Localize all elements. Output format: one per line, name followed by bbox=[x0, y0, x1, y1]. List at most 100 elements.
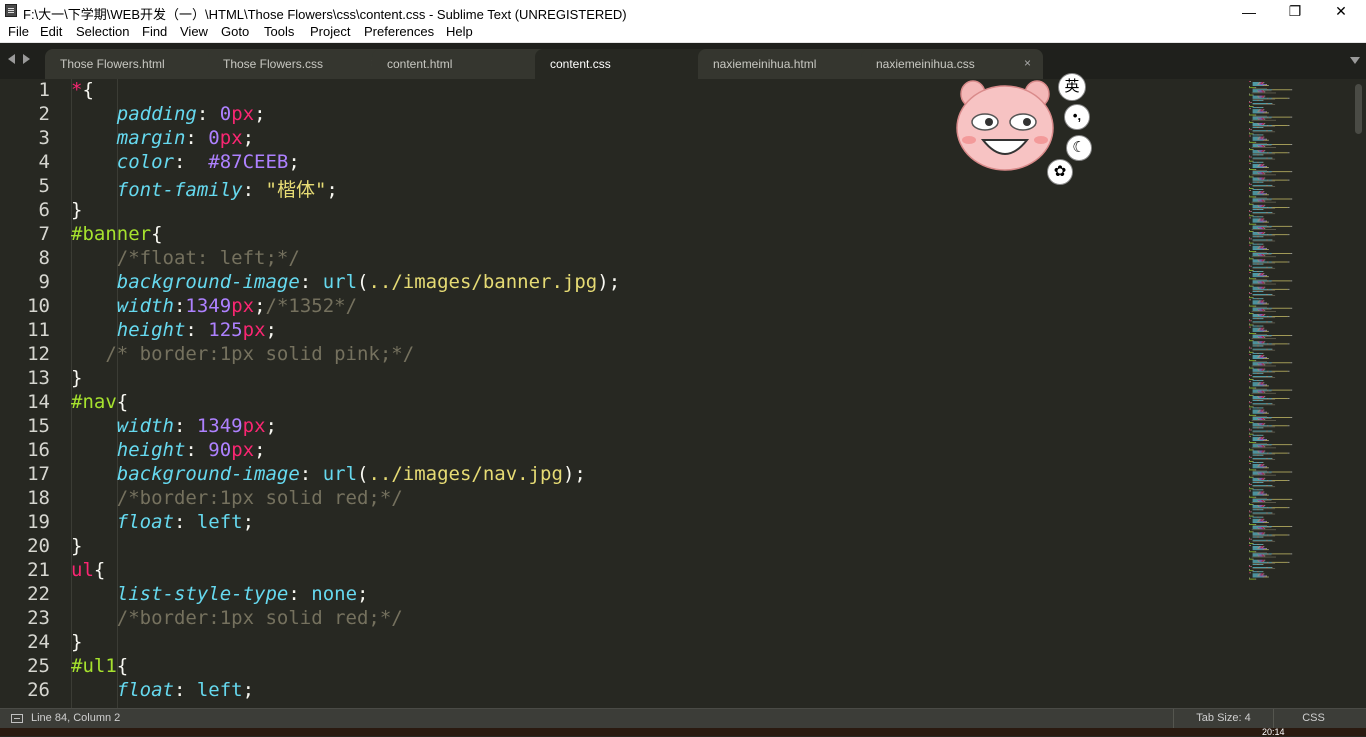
code-line[interactable]: /*float: left;*/ bbox=[71, 247, 300, 271]
menu-edit[interactable]: Edit bbox=[40, 24, 62, 39]
menu-selection[interactable]: Selection bbox=[76, 24, 129, 39]
code-line[interactable]: #banner{ bbox=[71, 223, 163, 247]
code-token: } bbox=[71, 535, 83, 557]
tab-dropdown-icon[interactable] bbox=[1350, 57, 1360, 64]
code-token: ; bbox=[242, 127, 255, 149]
code-token: left bbox=[196, 679, 243, 701]
menu-project[interactable]: Project bbox=[310, 24, 350, 39]
tab-content-html[interactable]: content.html × bbox=[372, 49, 554, 80]
code-line[interactable]: #ul1{ bbox=[71, 655, 128, 679]
tab-content-css[interactable]: content.css × bbox=[535, 49, 717, 80]
tab-label: Those Flowers.css bbox=[223, 57, 324, 71]
menu-preferences[interactable]: Preferences bbox=[364, 24, 434, 39]
code-token: : bbox=[173, 415, 197, 437]
line-number: 9 bbox=[38, 271, 50, 293]
menu-file[interactable]: File bbox=[8, 24, 29, 39]
code-line[interactable]: color: #87CEEB; bbox=[71, 151, 300, 175]
tab-scroll-right-icon[interactable] bbox=[23, 54, 30, 64]
tab-size-selector[interactable]: Tab Size: 4 bbox=[1173, 709, 1273, 728]
code-line[interactable]: /* border:1px solid pink;*/ bbox=[71, 343, 414, 367]
code-token: * bbox=[71, 79, 83, 101]
code-line[interactable]: } bbox=[71, 535, 82, 559]
code-token: ; bbox=[357, 583, 369, 605]
line-number: 23 bbox=[27, 607, 50, 629]
code-token: font-family bbox=[116, 179, 243, 201]
code-token: #87CEEB bbox=[208, 151, 289, 173]
code-line[interactable]: float: left; bbox=[71, 679, 254, 703]
ime-language-button[interactable]: 英 bbox=[1058, 73, 1086, 101]
code-token: float bbox=[116, 679, 174, 701]
code-line[interactable]: float: left; bbox=[71, 511, 254, 535]
code-token: padding bbox=[116, 103, 197, 125]
tab-label: naxiemeinihua.html bbox=[713, 57, 817, 71]
code-token: /*border:1px solid red;*/ bbox=[116, 487, 403, 509]
code-line[interactable]: *{ bbox=[71, 79, 94, 103]
code-line[interactable]: list-style-type: none; bbox=[71, 583, 369, 607]
code-token: width bbox=[116, 295, 174, 317]
panel-toggle-icon[interactable] bbox=[11, 714, 23, 723]
code-token: left bbox=[196, 511, 243, 533]
menu-view[interactable]: View bbox=[180, 24, 208, 39]
code-line[interactable]: padding: 0px; bbox=[71, 103, 266, 127]
code-line[interactable]: height: 90px; bbox=[71, 439, 266, 463]
code-token: height bbox=[116, 319, 186, 341]
code-line[interactable]: height: 125px; bbox=[71, 319, 277, 343]
menu-tools[interactable]: Tools bbox=[264, 24, 294, 39]
line-number: 15 bbox=[27, 415, 50, 437]
minimize-button[interactable]: — bbox=[1226, 0, 1272, 23]
code-token: list-style-type bbox=[116, 583, 289, 605]
ime-moon-button[interactable]: ☾ bbox=[1066, 135, 1092, 161]
ime-punctuation-button[interactable]: •, bbox=[1064, 104, 1090, 130]
minimap[interactable] bbox=[1248, 79, 1352, 708]
line-number: 8 bbox=[38, 247, 50, 269]
scrollbar-thumb[interactable] bbox=[1355, 84, 1362, 134]
code-token: : bbox=[173, 295, 186, 317]
code-line[interactable]: font-family: "楷体"; bbox=[71, 175, 338, 201]
code-line[interactable]: #nav{ bbox=[71, 391, 128, 415]
code-line[interactable]: background-image: url(../images/nav.jpg)… bbox=[71, 463, 586, 487]
tab-those-flowers-html[interactable]: Those Flowers.html × bbox=[45, 49, 227, 80]
code-token: ../images/nav.jpg bbox=[368, 463, 563, 485]
code-line[interactable]: } bbox=[71, 199, 82, 223]
syntax-selector[interactable]: CSS bbox=[1273, 709, 1353, 728]
code-editor[interactable]: 1 2 3 4 5 6 7 8 9 10 11 12 13 14 15 16 17 18 19 20 21 22 23 24 2… bbox=[0, 79, 1366, 708]
code-token: } bbox=[71, 199, 83, 221]
menu-goto[interactable]: Goto bbox=[221, 24, 249, 39]
maximize-button[interactable]: ❐ bbox=[1272, 0, 1318, 23]
code-line[interactable]: /*border:1px solid red;*/ bbox=[71, 607, 403, 631]
code-token: } bbox=[71, 631, 83, 653]
tab-close-icon[interactable]: × bbox=[1024, 56, 1031, 70]
code-line[interactable]: width: 1349px; bbox=[71, 415, 277, 439]
tab-those-flowers-css[interactable]: Those Flowers.css × bbox=[208, 49, 390, 80]
code-line[interactable]: width:1349px;/*1352*/ bbox=[71, 295, 357, 319]
code-line[interactable]: background-image: url(../images/banner.j… bbox=[71, 271, 620, 295]
code-line[interactable]: } bbox=[71, 367, 82, 391]
close-button[interactable]: ✕ bbox=[1318, 0, 1364, 23]
menu-find[interactable]: Find bbox=[142, 24, 167, 39]
code-token: /*float: left;*/ bbox=[116, 247, 300, 269]
code-line[interactable]: /*border:1px solid red;*/ bbox=[71, 487, 403, 511]
code-line[interactable]: } bbox=[71, 631, 82, 655]
line-number: 5 bbox=[38, 175, 50, 197]
vertical-scrollbar[interactable] bbox=[1352, 79, 1366, 708]
tab-scroll-left-icon[interactable] bbox=[8, 54, 15, 64]
code-line[interactable]: margin: 0px; bbox=[71, 127, 254, 151]
menu-help[interactable]: Help bbox=[446, 24, 473, 39]
line-number: 13 bbox=[27, 367, 50, 389]
tab-naxiemeinihua-html[interactable]: naxiemeinihua.html × bbox=[698, 49, 880, 80]
code-token: ( bbox=[357, 463, 369, 485]
ime-skin-button[interactable]: ✿ bbox=[1047, 159, 1073, 185]
line-number: 21 bbox=[27, 559, 50, 581]
line-number: 26 bbox=[27, 679, 50, 701]
code-line[interactable]: ul{ bbox=[71, 559, 105, 583]
code-token: { bbox=[151, 223, 163, 245]
ime-mascot[interactable]: 英 •, ☾ ✿ bbox=[955, 70, 1095, 190]
